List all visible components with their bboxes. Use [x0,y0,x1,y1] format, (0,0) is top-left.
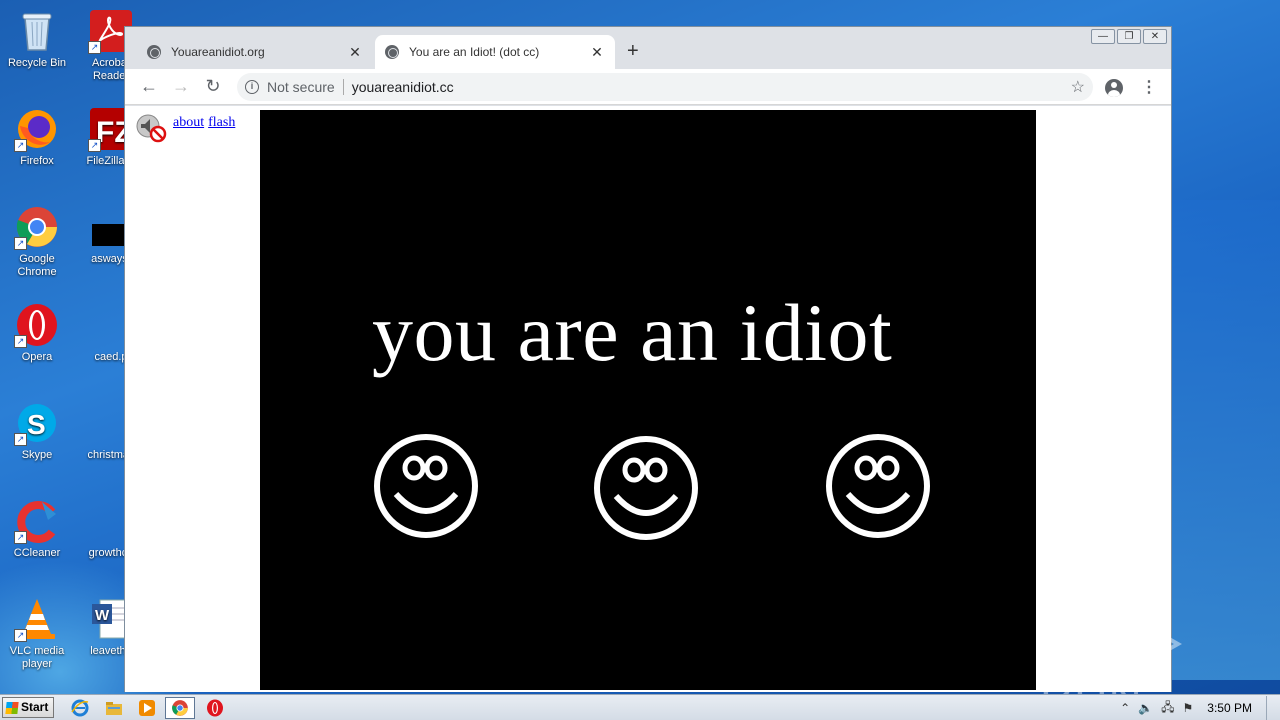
about-link[interactable]: about [173,115,204,130]
play-logo-icon [1143,622,1182,666]
tab-title: You are an Idiot! (dot cc) [409,45,540,59]
desktop-icon-label: Google Chrome [17,253,57,278]
volume-icon[interactable]: 🔈 [1138,701,1153,715]
desktop-icon-label: Firefox [20,155,54,167]
desktop-wallpaper-glow-right [1160,200,1280,680]
desktop-icon-firefox[interactable]: ↗ Firefox [0,106,74,168]
chrome-taskbar-button[interactable] [165,697,195,719]
desktop-icon-ccleaner[interactable]: ↗ CCleaner [0,498,74,560]
back-arrow-icon[interactable]: ← [139,77,159,95]
window-controls: — ❐ ✕ [1091,29,1167,44]
windows-logo-icon [5,702,19,714]
tab-you-are-an-idiot-dot-cc[interactable]: You are an Idiot! (dot cc) ✕ [375,35,615,69]
tab-title: Youareanidiot.org [171,45,265,59]
shortcut-arrow-icon: ↗ [14,433,27,446]
clock[interactable]: 3:50 PM [1207,701,1252,715]
forward-arrow-icon[interactable]: → [171,77,191,95]
page-links: about flash [173,115,239,131]
desktop-icon-label: Skype [21,449,53,461]
desktop-icon-skype[interactable]: S ↗ Skype [0,400,74,462]
action-center-flag-icon[interactable]: ⚑ [1183,701,1194,715]
flash-link[interactable]: flash [208,115,235,130]
page-content: about flash you are an idiot [125,106,1171,692]
vlc-cone-icon: ↗ [14,596,60,642]
menu-kebab-icon[interactable]: ⋮ [1141,77,1157,97]
flash-animation-area[interactable]: you are an idiot [260,110,1036,690]
close-tab-icon[interactable]: ✕ [589,44,605,61]
show-hidden-icons-icon[interactable]: ⌃ [1120,701,1130,715]
desktop-icon-opera[interactable]: ↗ Opera [0,302,74,364]
internet-explorer-icon[interactable] [70,698,90,718]
browser-toolbar: ← → ↻ i Not secure youareanidiot.cc ☆ ⋮ [125,69,1171,105]
shortcut-arrow-icon: ↗ [14,335,27,348]
windows-taskbar: Start ⌃ 🔈 🖧 ⚑ 3:50 PM [0,694,1280,720]
desktop-icon-recycle-bin[interactable]: Recycle Bin [0,8,74,70]
desktop-icon-label: VLC media player [9,645,65,670]
svg-text:W: W [95,607,110,624]
opera-icon: ↗ [14,302,60,348]
system-tray: ⌃ 🔈 🖧 ⚑ 3:50 PM [1120,696,1280,720]
globe-icon [385,45,399,59]
profile-avatar-icon[interactable] [1105,79,1123,97]
smiley-face-icon [374,434,478,538]
ccleaner-icon: ↗ [14,498,60,544]
shortcut-arrow-icon: ↗ [88,41,101,54]
start-button[interactable]: Start [2,697,54,718]
network-icon[interactable]: 🖧 [1161,698,1174,719]
opera-icon[interactable] [205,698,225,718]
shortcut-arrow-icon: ↗ [14,629,27,642]
close-window-button[interactable]: ✕ [1143,29,1167,44]
firefox-icon: ↗ [14,106,60,152]
desktop-icon-label: Opera [21,351,53,363]
blocked-plugin-icon[interactable] [135,113,167,143]
restore-button[interactable]: ❐ [1117,29,1141,44]
chrome-browser-window: — ❐ ✕ Youareanidiot.org ✕ You are an Idi… [124,26,1172,692]
close-tab-icon[interactable]: ✕ [347,44,363,61]
desktop-icon-google-chrome[interactable]: ↗ Google Chrome [0,204,74,279]
bookmark-star-icon[interactable]: ☆ [1071,77,1085,97]
shortcut-arrow-icon: ↗ [14,531,27,544]
svg-text:S: S [27,409,46,440]
reload-icon[interactable]: ↻ [203,77,223,95]
watermark-left-text: ANY [1040,614,1138,666]
skype-icon: S ↗ [14,400,60,446]
shortcut-arrow-icon: ↗ [14,237,27,250]
tab-youareanidiot-org[interactable]: Youareanidiot.org ✕ [137,35,373,69]
smiley-face-icon [594,436,698,540]
desktop-icon-label: CCleaner [13,547,61,559]
start-label: Start [21,700,49,714]
chrome-icon: ↗ [14,204,60,250]
new-tab-button[interactable]: + [627,41,639,61]
info-icon[interactable]: i [245,80,259,94]
desktop-icon-vlc-media-player[interactable]: ↗ VLC media player [0,596,74,671]
url-text[interactable]: youareanidiot.cc [352,79,454,95]
show-desktop-button[interactable] [1266,696,1280,720]
shortcut-arrow-icon: ↗ [88,139,101,152]
media-player-icon[interactable] [137,698,157,718]
globe-icon [147,45,161,59]
smiley-face-icon [826,434,930,538]
shortcut-arrow-icon: ↗ [14,139,27,152]
recycle-bin-icon [14,8,60,54]
address-bar[interactable]: i Not secure youareanidiot.cc ☆ [237,73,1093,101]
main-message: you are an idiot [372,287,893,378]
desktop-icon-label: Recycle Bin [7,57,67,69]
security-indicator: Not secure [267,79,335,95]
omnibox-divider [342,79,344,95]
file-explorer-icon[interactable] [104,698,124,718]
chrome-icon [172,700,188,716]
minimize-button[interactable]: — [1091,29,1115,44]
